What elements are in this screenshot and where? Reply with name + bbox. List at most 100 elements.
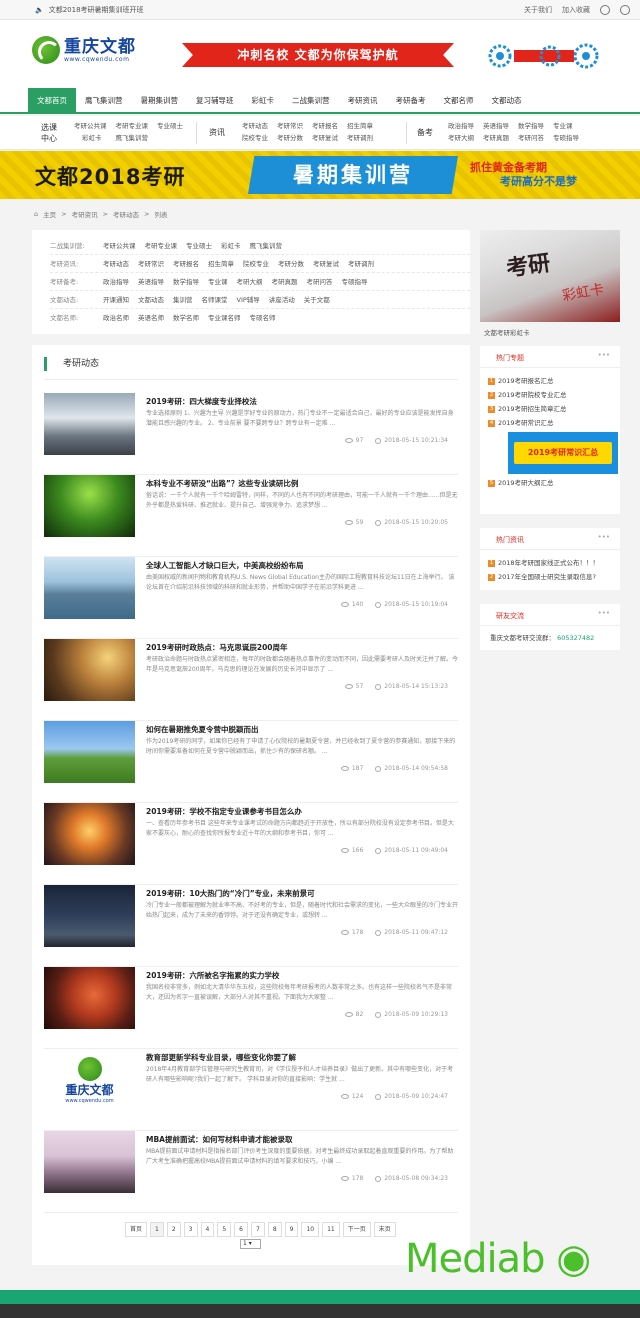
article-item[interactable]: 全球人工智能人才缺口巨大，中美高校纷纷布局 由美国权威的新闻刊物和教育机构U.S… — [44, 557, 458, 639]
subnav-link[interactable]: 政治指导 — [448, 120, 474, 132]
more-icon[interactable]: ••• — [598, 351, 610, 359]
article-title[interactable]: 全球人工智能人才缺口巨大，中美高校纷纷布局 — [146, 560, 304, 571]
breadcrumb-item[interactable]: 考研动态 — [113, 209, 139, 219]
article-thumbnail[interactable] — [44, 1131, 135, 1193]
article-thumbnail[interactable] — [44, 393, 135, 455]
article-item[interactable]: 2019考研：10大热门的“冷门”专业，未来前景可 冷门专业一般都被理解为就业率… — [44, 885, 458, 967]
filter-link[interactable]: 招生简章 — [208, 256, 234, 272]
list-item[interactable]: 3 2019考研招生简章汇总 — [488, 402, 612, 416]
promo-banner[interactable]: 文都2018考研 暑期集训营 抓住黄金备考期 考研高分不是梦 — [0, 151, 640, 199]
filter-link[interactable]: 考研动态 — [103, 256, 129, 272]
filter-link[interactable]: 数学指导 — [173, 274, 199, 290]
filter-link[interactable]: 专业硕士 — [186, 238, 212, 254]
article-thumbnail[interactable] — [44, 885, 135, 947]
article-title[interactable]: 如何在暑期推免夏令营中脱颖而出 — [146, 724, 259, 735]
page-number[interactable]: 7 — [250, 1222, 265, 1237]
article-item[interactable]: 本科专业不考研没“出路”？这些专业读研比例 俗话说：一千个人就有一千个哈姆雷特，… — [44, 475, 458, 557]
subnav-link[interactable]: 考研大纲 — [448, 132, 474, 144]
article-thumbnail[interactable] — [44, 721, 135, 783]
nav-item[interactable]: 考研资讯 — [339, 88, 387, 114]
article-thumbnail[interactable] — [44, 803, 135, 865]
article-title[interactable]: MBA提前面试：如何写材料申请才能被录取 — [146, 1134, 292, 1145]
article-item[interactable]: MBA提前面试：如何写材料申请才能被录取 MBA提前面试申请材料是指报名部门评价… — [44, 1131, 458, 1213]
subnav-link[interactable]: 院校专业 — [242, 132, 268, 144]
subnav-link[interactable]: 考研专业课 — [116, 120, 149, 132]
subnav-link[interactable]: 鹰飞集训营 — [116, 132, 149, 144]
filter-link[interactable]: 英语指导 — [138, 274, 164, 290]
favorite-link[interactable]: 加入收藏 — [562, 5, 590, 15]
filter-link[interactable]: 数学名师 — [173, 310, 199, 327]
filter-link[interactable]: 专硕名师 — [250, 310, 276, 327]
filter-link[interactable]: 院校专业 — [243, 256, 269, 272]
list-item[interactable]: 1 2019考研报名汇总 — [488, 374, 612, 388]
article-thumbnail[interactable] — [44, 639, 135, 701]
filter-link[interactable]: 考研报名 — [173, 256, 199, 272]
nav-item[interactable]: 彩虹卡 — [243, 88, 284, 114]
article-title[interactable]: 2019考研：六所被名字拖累的实力学校 — [146, 970, 279, 981]
filter-link[interactable]: 讲座活动 — [269, 292, 295, 308]
qq-group[interactable]: 605327482 — [557, 634, 594, 642]
article-thumbnail[interactable]: 重庆文都 www.cqwendu.com — [44, 1049, 135, 1111]
filter-link[interactable]: 考研公共课 — [103, 238, 136, 254]
article-item[interactable]: 2019考研：四大梯度专业择校法 专业选择原则 1、兴趣为主导 兴趣是学好专业的… — [44, 393, 458, 475]
sidebar-ad-image[interactable]: 考研 彩虹卡 — [480, 230, 620, 322]
nav-item[interactable]: 鹰飞集训营 — [76, 88, 132, 114]
subnav-link[interactable]: 专业硕士 — [157, 120, 183, 132]
page-number[interactable]: 4 — [200, 1222, 215, 1237]
filter-link[interactable]: 考研复试 — [313, 256, 339, 272]
breadcrumb-item[interactable]: 考研资讯 — [72, 209, 98, 219]
filter-link[interactable]: 专硕指导 — [342, 274, 368, 290]
subnav-link[interactable]: 专业课 — [553, 120, 579, 132]
filter-link[interactable]: 文都动态 — [138, 292, 164, 308]
nav-item[interactable]: 文都动态 — [483, 88, 531, 114]
filter-link[interactable]: 集训营 — [173, 292, 193, 308]
filter-link[interactable]: 考研真题 — [272, 274, 298, 290]
filter-link[interactable]: 英语名师 — [138, 310, 164, 327]
nav-item[interactable]: 二战集训营 — [283, 88, 339, 114]
page-number[interactable]: 11 — [322, 1222, 340, 1237]
article-item[interactable]: 2019考研：六所被名字拖累的实力学校 我国名校非常多，例如北大清华华东五校，这… — [44, 967, 458, 1049]
page-select[interactable]: 1 ▾ — [240, 1239, 261, 1249]
list-item[interactable]: 2 2017年全国硕士研究生录取信息? — [488, 570, 612, 584]
filter-link[interactable]: 政治指导 — [103, 274, 129, 290]
subnav-link[interactable]: 专硕指导 — [553, 132, 579, 144]
page-number[interactable]: 2 — [166, 1222, 181, 1237]
article-thumbnail[interactable] — [44, 475, 135, 537]
article-thumbnail[interactable] — [44, 557, 135, 619]
filter-link[interactable]: 彩虹卡 — [221, 238, 241, 254]
about-link[interactable]: 关于我们 — [524, 5, 552, 15]
weibo-icon[interactable] — [600, 5, 610, 15]
subnav-link[interactable] — [157, 132, 183, 144]
subnav-link[interactable]: 数学指导 — [518, 120, 544, 132]
filter-link[interactable]: 鹰飞集训营 — [250, 238, 283, 254]
subnav-link[interactable]: 考研分数 — [277, 132, 303, 144]
article-title[interactable]: 2019考研：10大热门的“冷门”专业，未来前景可 — [146, 888, 315, 899]
list-item[interactable]: 4 2019考研常识汇总 — [488, 416, 612, 430]
more-icon[interactable]: ••• — [598, 609, 610, 617]
list-item[interactable]: 1 2018年考研国家线正式公布！！！ — [488, 556, 612, 570]
page-last[interactable]: 末页 — [373, 1222, 396, 1237]
article-thumbnail[interactable] — [44, 967, 135, 1029]
subnav-link[interactable]: 考研公共课 — [74, 120, 107, 132]
article-title[interactable]: 2019考研时政热点：马克思诞辰200周年 — [146, 642, 288, 653]
filter-link[interactable]: 考研常识 — [138, 256, 164, 272]
page-number[interactable]: 9 — [284, 1222, 299, 1237]
filter-link[interactable]: 考研专业课 — [145, 238, 178, 254]
site-logo[interactable]: 重庆文都 www.cqwendu.com — [32, 36, 136, 64]
subnav-link[interactable]: 考研动态 — [242, 120, 268, 132]
page-first[interactable]: 首页 — [125, 1222, 148, 1237]
subnav-link[interactable]: 考研问答 — [518, 132, 544, 144]
subnav-link[interactable]: 考研复试 — [312, 132, 338, 144]
article-item[interactable]: 2019考研时政热点：马克思诞辰200周年 考研政治命题与时政热点紧密相连，每年… — [44, 639, 458, 721]
article-item[interactable]: 如何在暑期推免夏令营中脱颖而出 作为2019考研的同学，如果你已经有了申请了心仪… — [44, 721, 458, 803]
subnav-link[interactable]: 考研调剂 — [347, 132, 373, 144]
nav-item[interactable]: 文都名师 — [435, 88, 483, 114]
nav-item[interactable]: 考研备考 — [387, 88, 435, 114]
subnav-link[interactable]: 考研真题 — [483, 132, 509, 144]
page-next[interactable]: 下一页 — [342, 1222, 371, 1237]
article-item[interactable]: 2019考研：学校不指定专业课参考书目怎么办 一、查看历年参考书目 这些年来专业… — [44, 803, 458, 885]
more-icon[interactable]: ••• — [598, 533, 610, 541]
article-title[interactable]: 本科专业不考研没“出路”？这些专业读研比例 — [146, 478, 298, 489]
article-item[interactable]: 重庆文都 www.cqwendu.com 教育部更新学科专业目录，哪些变化你要了… — [44, 1049, 458, 1131]
filter-link[interactable]: 名师课堂 — [202, 292, 228, 308]
